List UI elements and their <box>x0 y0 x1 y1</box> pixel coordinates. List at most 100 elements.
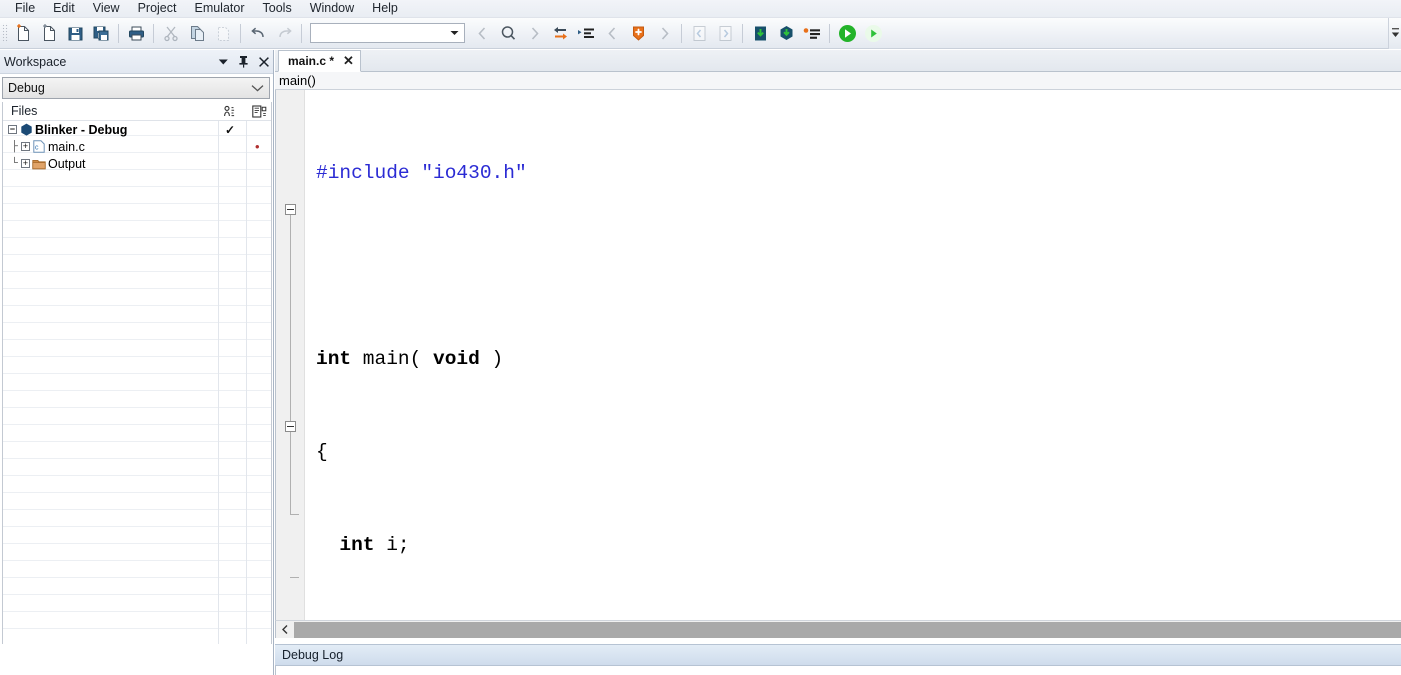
expand-collapse-toggle[interactable]: + <box>21 159 30 168</box>
workspace-menu-button[interactable] <box>217 54 230 69</box>
tree-node-output[interactable]: └ + Output <box>3 155 271 172</box>
quick-search-combo[interactable] <box>310 23 465 43</box>
toolbar-overflow-button[interactable] <box>1388 18 1401 49</box>
workspace-pin-button[interactable] <box>237 54 250 69</box>
menu-item-project[interactable]: Project <box>129 0 186 17</box>
workspace-bottom-filler <box>0 644 274 675</box>
undo-button[interactable] <box>245 20 271 46</box>
new-workspace-icon <box>42 23 55 41</box>
toolbar-grip[interactable] <box>1 23 8 43</box>
next-bookmark-button[interactable] <box>651 20 677 46</box>
redo-button[interactable] <box>271 20 297 46</box>
fold-toggle-main[interactable] <box>285 204 296 215</box>
tab-main-c[interactable]: main.c * ✕ <box>278 50 361 72</box>
document-back-icon <box>693 25 705 41</box>
save-icon <box>68 27 82 40</box>
toolbar-separator <box>301 23 302 43</box>
new-document-icon <box>16 23 29 41</box>
menu-item-window[interactable]: Window <box>301 0 363 17</box>
workspace-close-button[interactable] <box>257 54 270 69</box>
tree-column-separator <box>218 102 219 672</box>
build-configuration-selector[interactable]: Debug <box>2 77 270 99</box>
editor-breadcrumb: main() <box>275 72 1401 90</box>
next-document-button[interactable] <box>712 20 738 46</box>
debug-log-panel: Debug Log <box>275 644 1401 675</box>
save-all-icon <box>93 26 108 40</box>
swap-arrows-icon <box>553 26 567 39</box>
previous-document-button[interactable] <box>686 20 712 46</box>
code-fold-margin[interactable] <box>276 90 305 620</box>
scroll-left-button[interactable] <box>276 621 294 638</box>
expand-collapse-toggle[interactable]: + <box>21 142 30 151</box>
debug-log-body[interactable] <box>275 666 1401 675</box>
menu-item-help[interactable]: Help <box>363 0 407 17</box>
go-to-bookmark-list-button[interactable] <box>573 20 599 46</box>
tree-header-row: Files <box>3 102 271 121</box>
fold-end-tick <box>290 514 299 515</box>
new-document-button[interactable] <box>10 20 36 46</box>
scroll-thumb[interactable] <box>294 621 1401 638</box>
stop-build-button[interactable] <box>799 20 825 46</box>
undo-arrow-icon <box>250 27 264 37</box>
cut-button[interactable] <box>158 20 184 46</box>
search-icon <box>501 25 515 40</box>
fold-end-tick <box>290 577 299 578</box>
menu-item-edit[interactable]: Edit <box>44 0 84 17</box>
code-editor[interactable]: #include "io430.h" int main( void ) { in… <box>275 90 1401 620</box>
menu-item-view[interactable]: View <box>84 0 129 17</box>
navigate-backward-button[interactable] <box>469 20 495 46</box>
scroll-track[interactable] <box>294 621 1401 638</box>
copy-button[interactable] <box>184 20 210 46</box>
chevron-left-icon <box>607 26 615 40</box>
print-button[interactable] <box>123 20 149 46</box>
editor-tab-strip: main.c * ✕ <box>275 50 1401 72</box>
toolbar-separator <box>829 23 830 43</box>
menu-item-tools[interactable]: Tools <box>254 0 301 17</box>
editor-horizontal-scrollbar[interactable] <box>275 620 1401 638</box>
build-status-column-icon[interactable] <box>222 104 238 119</box>
workspace-title-bar: Workspace <box>0 50 273 74</box>
redo-arrow-icon <box>278 27 292 37</box>
code-content[interactable]: #include "io430.h" int main( void ) { in… <box>306 90 1401 620</box>
iar-workbench-window: File Edit View Project Emulator Tools Wi… <box>0 0 1401 675</box>
debug-log-title-bar[interactable]: Debug Log <box>275 644 1401 666</box>
navigate-forward-button[interactable] <box>521 20 547 46</box>
copy-icon <box>190 25 204 41</box>
project-file-tree[interactable]: Files − Blinker - Debug ✓ ├ + c main.c •… <box>2 102 272 673</box>
new-workspace-button[interactable] <box>36 20 62 46</box>
main-toolbar <box>0 18 1401 49</box>
tree-column-separator <box>246 102 247 672</box>
menu-item-emulator[interactable]: Emulator <box>185 0 253 17</box>
paste-button[interactable] <box>210 20 236 46</box>
tree-node-blinker-debug[interactable]: − Blinker - Debug ✓ <box>3 121 271 138</box>
tree-node-main-c[interactable]: ├ + c main.c • <box>3 138 271 155</box>
build-list-icon <box>803 27 820 39</box>
expand-collapse-toggle[interactable]: − <box>8 125 17 134</box>
find-button[interactable] <box>495 20 521 46</box>
download-and-debug-button[interactable] <box>773 20 799 46</box>
paste-icon <box>217 26 229 41</box>
go-button[interactable] <box>834 20 860 46</box>
debug-status-column-icon[interactable] <box>251 104 267 119</box>
chevron-down-icon <box>1391 28 1399 37</box>
debug-log-title: Debug Log <box>282 648 344 662</box>
previous-bookmark-button[interactable] <box>599 20 625 46</box>
chevron-down-icon <box>218 59 228 64</box>
code-line: { <box>316 441 328 463</box>
fold-guide-line <box>290 432 291 512</box>
fold-toggle-while[interactable] <box>285 421 296 432</box>
save-all-button[interactable] <box>88 20 114 46</box>
make-button[interactable] <box>747 20 773 46</box>
breadcrumb-label: main() <box>279 73 316 88</box>
run-to-cursor-button[interactable] <box>860 20 886 46</box>
menu-item-file[interactable]: File <box>6 0 44 17</box>
toolbar-separator <box>742 23 743 43</box>
toggle-source-header-button[interactable] <box>547 20 573 46</box>
chevron-left-icon <box>477 26 485 40</box>
toggle-bookmark-button[interactable] <box>625 20 651 46</box>
chevron-down-icon <box>447 24 462 42</box>
make-download-icon <box>754 26 766 40</box>
save-button[interactable] <box>62 20 88 46</box>
tab-close-icon[interactable]: ✕ <box>343 54 354 67</box>
chevron-down-icon <box>251 78 264 98</box>
